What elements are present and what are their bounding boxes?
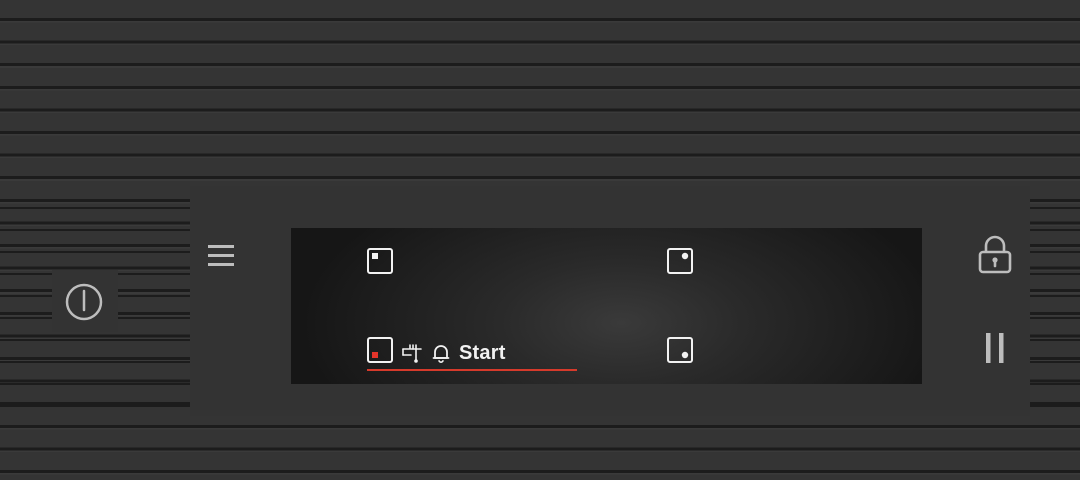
cooking-zone-bottom-left-icon	[367, 337, 393, 363]
power-icon	[65, 283, 103, 321]
power-button[interactable]	[64, 282, 104, 322]
start-label[interactable]: Start	[459, 342, 506, 365]
active-zone-indicator	[367, 369, 577, 371]
lock-icon	[978, 235, 1012, 274]
pause-button[interactable]	[978, 328, 1012, 368]
hob-display: Start	[291, 228, 922, 384]
bell-icon[interactable]	[431, 343, 451, 363]
right-ribs	[1030, 207, 1080, 407]
pause-icon	[986, 333, 1004, 363]
zone-bottom-left[interactable]	[367, 337, 393, 363]
hamburger-menu-icon	[208, 245, 234, 266]
temperature-sensor-icon[interactable]	[401, 343, 423, 363]
cooking-zone-bottom-right-icon	[667, 337, 693, 363]
zone-top-right[interactable]	[667, 248, 693, 274]
cooking-zone-top-left-icon	[367, 248, 393, 274]
zone-bottom-right[interactable]	[667, 337, 693, 363]
menu-button[interactable]	[204, 240, 238, 272]
right-side-band	[1030, 186, 1080, 416]
start-row: Start	[401, 341, 506, 365]
lock-button[interactable]	[974, 234, 1016, 276]
zone-top-left[interactable]	[367, 248, 393, 274]
cooking-zone-top-right-icon	[667, 248, 693, 274]
